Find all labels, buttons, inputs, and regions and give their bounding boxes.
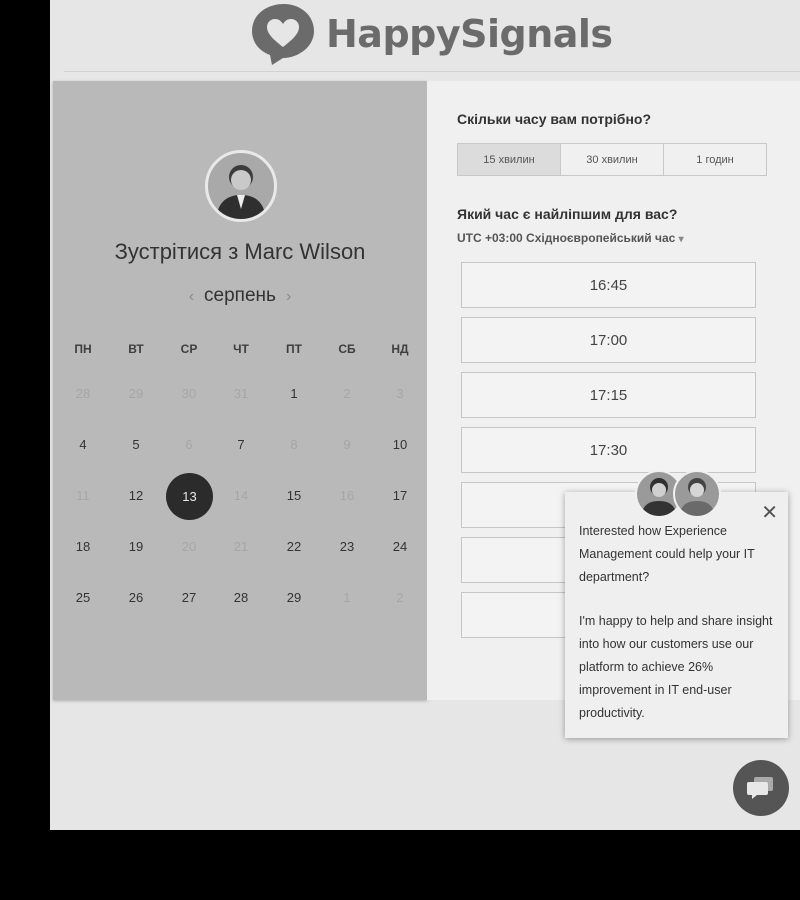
time-slot[interactable]: 17:30 — [461, 427, 756, 473]
duration-option-15[interactable]: 15 хвилин — [458, 144, 560, 175]
weekday-label: НД — [391, 342, 409, 356]
brand-name: HappySignals — [326, 12, 613, 56]
host-avatar — [205, 150, 277, 222]
weekday-label: СБ — [338, 342, 356, 356]
month-label: серпень — [204, 285, 276, 306]
time-question: Який час є найліпшим для вас? — [457, 206, 678, 222]
calendar-day[interactable]: 12 — [116, 488, 156, 503]
calendar-day[interactable]: 7 — [221, 437, 261, 452]
chevron-left-icon[interactable]: ‹ — [189, 288, 194, 305]
calendar-day-selected[interactable]: 13 — [166, 473, 213, 520]
time-slot[interactable]: 17:15 — [461, 372, 756, 418]
caret-down-icon: ▾ — [678, 234, 684, 245]
weekday-label: ВТ — [128, 342, 144, 356]
agent-avatar — [673, 470, 721, 518]
calendar-day[interactable]: 28 — [221, 590, 261, 605]
timezone-label: UTC +03:00 Східноєвропейський час — [457, 231, 676, 245]
header-divider — [64, 71, 800, 72]
calendar-day[interactable]: 23 — [327, 539, 367, 554]
calendar-day[interactable]: 15 — [274, 488, 314, 503]
calendar-day[interactable]: 5 — [116, 437, 156, 452]
calendar-day-unavailable: 16 — [339, 488, 355, 503]
calendar-day[interactable]: 22 — [274, 539, 314, 554]
calendar-day[interactable]: 19 — [116, 539, 156, 554]
calendar-day-unavailable: 14 — [233, 488, 249, 503]
calendar-day-unavailable: 31 — [233, 386, 249, 401]
duration-selector: 15 хвилин 30 хвилин 1 годин — [457, 143, 767, 176]
calendar-day-unavailable: 1 — [343, 590, 351, 605]
calendar-day[interactable]: 27 — [169, 590, 209, 605]
calendar-day[interactable]: 18 — [63, 539, 103, 554]
chevron-right-icon[interactable]: › — [286, 288, 291, 305]
calendar-day[interactable]: 4 — [63, 437, 103, 452]
chat-bubble-icon — [747, 777, 773, 799]
calendar-day[interactable]: 25 — [63, 590, 103, 605]
chat-launcher-button[interactable] — [733, 760, 789, 816]
calendar-day[interactable]: 1 — [274, 386, 314, 401]
calendar-day-unavailable: 28 — [75, 386, 91, 401]
chat-message: I'm happy to help and share insight into… — [579, 614, 773, 720]
weekday-label: ПТ — [286, 342, 302, 356]
calendar-day-unavailable: 2 — [396, 590, 404, 605]
duration-option-60[interactable]: 1 годин — [663, 144, 766, 175]
time-slot[interactable]: 16:45 — [461, 262, 756, 308]
weekday-label: ПН — [74, 342, 92, 356]
calendar-day-unavailable: 9 — [343, 437, 351, 452]
calendar-day-unavailable: 11 — [76, 488, 90, 503]
calendar-day-unavailable: 3 — [396, 386, 404, 401]
person-avatar-icon — [679, 478, 715, 516]
calendar-day-unavailable: 2 — [343, 386, 351, 401]
calendar-day-unavailable: 29 — [128, 386, 144, 401]
heart-chat-logo-icon — [252, 4, 314, 65]
calendar-day-unavailable: 21 — [233, 539, 249, 554]
weekday-label: СР — [180, 342, 198, 356]
chat-popup: ✕ Interested how Experience Management c… — [565, 492, 788, 738]
person-avatar-icon — [216, 165, 266, 219]
calendar-day-unavailable: 6 — [185, 437, 193, 452]
duration-option-30[interactable]: 30 хвилин — [560, 144, 663, 175]
calendar-day[interactable]: 26 — [116, 590, 156, 605]
calendar-day[interactable]: 10 — [380, 437, 420, 452]
calendar-day[interactable]: 24 — [380, 539, 420, 554]
calendar-day-unavailable: 8 — [290, 437, 298, 452]
time-slot[interactable]: 17:00 — [461, 317, 756, 363]
weekday-label: ЧТ — [233, 342, 249, 356]
timezone-selector[interactable]: UTC +03:00 Східноєвропейський час ▾ — [457, 231, 684, 245]
meeting-title: Зустрітися з Marc Wilson — [114, 239, 366, 264]
calendar-day-unavailable: 20 — [181, 539, 197, 554]
chat-message: Interested how Experience Management cou… — [579, 524, 755, 584]
calendar-day-unavailable: 30 — [181, 386, 197, 401]
happysignals-logo[interactable]: HappySignals — [250, 0, 613, 68]
calendar-day[interactable]: 17 — [380, 488, 420, 503]
duration-question: Скільки часу вам потрібно? — [457, 111, 652, 127]
month-navigation: ‹ серпень › — [53, 285, 427, 307]
calendar-day[interactable]: 29 — [274, 590, 314, 605]
calendar-panel: Зустрітися з Marc Wilson ‹ серпень › ПН ВТ С… — [53, 81, 427, 700]
